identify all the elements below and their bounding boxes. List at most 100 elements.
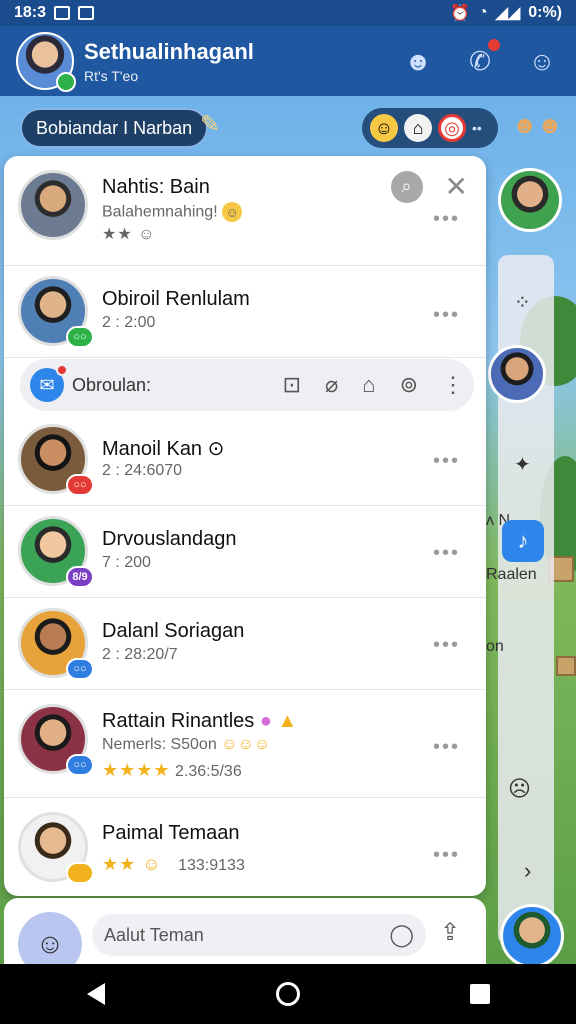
controller-icon: ✦ bbox=[514, 454, 531, 476]
leaf-icon[interactable]: ⌀ bbox=[325, 372, 338, 398]
action-strip-label: Obroulan: bbox=[72, 374, 152, 395]
chevron-right-icon[interactable]: › bbox=[524, 858, 531, 884]
list-item[interactable]: ○○ Manoil Kan ⊙ 2 : 24:6070 ••• bbox=[4, 416, 486, 506]
status-time: 18:3 bbox=[14, 4, 47, 21]
share-icon[interactable]: ⇪ bbox=[440, 918, 460, 947]
side-avatar[interactable] bbox=[498, 168, 562, 232]
contact-avatar: ○○ bbox=[18, 704, 94, 776]
rating-stars: ★★ ☺ bbox=[102, 854, 162, 874]
recents-square-icon bbox=[470, 984, 490, 1004]
discord-icon[interactable]: ☻ bbox=[400, 43, 436, 79]
friends-list-card: ⌕ ✕ Nahtis: Bain Balahemnahing! ☺ ★★ ☺ •… bbox=[4, 156, 486, 896]
dots-icon: ⁘ bbox=[514, 292, 531, 314]
side-avatar[interactable] bbox=[488, 345, 546, 403]
status-bar: 18:3 ⏰ ◔ ◢◢ 0:%) bbox=[0, 0, 576, 26]
status-badge: ○○ bbox=[66, 658, 94, 680]
contact-name: Obiroil Renlulam bbox=[102, 288, 250, 310]
back-button[interactable] bbox=[76, 974, 116, 1014]
corner-avatar[interactable] bbox=[500, 904, 564, 968]
contact-score: ★★★★ 2.36:5/36 bbox=[102, 760, 242, 780]
more-dots-icon[interactable]: ••• bbox=[433, 634, 460, 657]
contact-name: Nahtis: Bain bbox=[102, 176, 210, 198]
back-triangle-icon bbox=[87, 983, 105, 1005]
contact-name: Rattain Rinantles ● ▲ bbox=[102, 710, 298, 732]
contact-avatar: ○○ bbox=[18, 424, 94, 496]
contact-avatar bbox=[18, 812, 94, 884]
more-dots-icon[interactable]: ••• bbox=[433, 450, 460, 473]
status-badge: ○○ bbox=[66, 326, 94, 348]
reaction-pill[interactable]: ☺ ⌂ ◎ •• bbox=[362, 108, 498, 148]
contact-status: 7 : 200 bbox=[102, 554, 151, 571]
side-label: on bbox=[486, 638, 504, 655]
alert-face-icon[interactable]: ☹ bbox=[508, 776, 531, 802]
contact-avatar: ○○ bbox=[18, 608, 94, 680]
chat-bubble-icon[interactable]: ◯ bbox=[389, 922, 414, 948]
status-badge: ○○ bbox=[66, 474, 94, 496]
recents-button[interactable] bbox=[460, 974, 500, 1014]
online-badge bbox=[56, 72, 76, 92]
duo-avatar-icon[interactable]: ☻☻ bbox=[512, 112, 563, 140]
rating-stars: ★★ ☺ bbox=[102, 226, 156, 243]
app-header: Sethualinhaganl Rt's T'eo ☻ ✆ ☺ bbox=[0, 26, 576, 96]
tiktok-icon[interactable]: ♪ bbox=[502, 520, 544, 562]
profile-avatar[interactable] bbox=[16, 32, 76, 92]
contact-name: Paimal Temaan bbox=[102, 822, 240, 844]
messenger-icon[interactable]: ✉ bbox=[30, 364, 68, 402]
list-item[interactable]: Paimal Temaan ★★ ☺ 133:9133 ••• bbox=[4, 798, 486, 896]
add-friend-input[interactable]: Aalut Teman ◯ bbox=[92, 914, 426, 956]
list-item[interactable]: Nahtis: Bain Balahemnahing! ☺ ★★ ☺ ••• bbox=[4, 156, 486, 266]
app-title: Sethualinhaganl bbox=[84, 38, 254, 64]
contact-score: ★★ ☺ 133:9133 bbox=[102, 854, 245, 874]
contact-avatar: ○○ bbox=[18, 276, 94, 348]
contact-name: Drvouslandagn bbox=[102, 528, 237, 550]
system-nav-bar bbox=[0, 964, 576, 1024]
emoji-icon: ☺☺☺ bbox=[221, 736, 271, 753]
contact-avatar: 8/9 bbox=[18, 516, 94, 588]
block bbox=[556, 656, 576, 676]
controller-icon[interactable]: ⊚ bbox=[400, 372, 418, 398]
target-icon: ◎ bbox=[438, 114, 466, 142]
side-label: Raalen bbox=[486, 566, 537, 583]
contact-name: Dalanl Soriagan bbox=[102, 620, 245, 642]
rating-stars: ★★★★ bbox=[102, 760, 171, 780]
contact-status: 2 : 24:6070 bbox=[102, 462, 183, 479]
action-strip: ✉ Obroulan: ⊡ ⌀ ⌂ ⊚ ⋮ bbox=[20, 359, 474, 411]
more-dots-icon[interactable]: ••• bbox=[433, 304, 460, 327]
list-item[interactable]: ○○ Obiroil Renlulam 2 : 2:00 ••• bbox=[4, 266, 486, 358]
pencil-icon[interactable]: ✎ bbox=[200, 110, 220, 139]
contact-status: 2 : 28:20/7 bbox=[102, 646, 178, 663]
bottom-compose-bar: ☺ Aalut Teman ◯ ⇪ bbox=[4, 898, 486, 976]
more-icon: •• bbox=[472, 120, 482, 136]
contact-avatar bbox=[18, 170, 88, 240]
battery-level: 0:%) bbox=[528, 4, 562, 21]
contact-status: Nemerls: S50on ☺☺☺ bbox=[102, 736, 271, 753]
smile-emoji-icon: ☺ bbox=[370, 114, 398, 142]
notification-dot bbox=[486, 37, 502, 53]
status-badge: ○○ bbox=[66, 754, 94, 776]
image-notification-icon bbox=[54, 6, 71, 20]
contact-status: 2 : 2:00 bbox=[102, 314, 156, 331]
more-dots-icon[interactable]: ••• bbox=[433, 844, 460, 867]
more-dots-icon[interactable]: ••• bbox=[433, 736, 460, 759]
list-item[interactable]: ○○ Dalanl Soriagan 2 : 28:20/7 ••• bbox=[4, 598, 486, 690]
emoji-icon: ☺ bbox=[222, 202, 243, 222]
list-item[interactable]: ○○ Rattain Rinantles ● ▲ Nemerls: S50on … bbox=[4, 690, 486, 798]
notification-dot bbox=[56, 364, 68, 376]
contact-name: Manoil Kan ⊙ bbox=[102, 438, 225, 460]
player-name-pill[interactable]: Bobiandar I Narban bbox=[20, 108, 209, 148]
chat-bot-icon[interactable]: ☺ bbox=[524, 43, 560, 79]
more-vertical-icon[interactable]: ⋮ bbox=[442, 372, 464, 398]
shirt-icon[interactable]: ⌂ bbox=[362, 372, 375, 398]
home-circle-icon bbox=[276, 982, 300, 1006]
contact-status: Balahemnahing! ☺ bbox=[102, 202, 243, 222]
wifi-icon: ◔ bbox=[477, 4, 488, 21]
list-item[interactable]: 8/9 Drvouslandagn 7 : 200 ••• bbox=[4, 506, 486, 598]
more-dots-icon[interactable]: ••• bbox=[433, 542, 460, 565]
more-dots-icon[interactable]: ••• bbox=[433, 208, 460, 231]
gallery-notification-icon bbox=[78, 6, 95, 20]
signal-icon: ◢◢ bbox=[495, 5, 521, 22]
app-subtitle: Rt's T'eo bbox=[84, 67, 139, 84]
notification-button[interactable]: ✆ bbox=[462, 37, 502, 79]
home-button[interactable] bbox=[268, 974, 308, 1014]
gift-icon[interactable]: ⊡ bbox=[283, 372, 301, 398]
